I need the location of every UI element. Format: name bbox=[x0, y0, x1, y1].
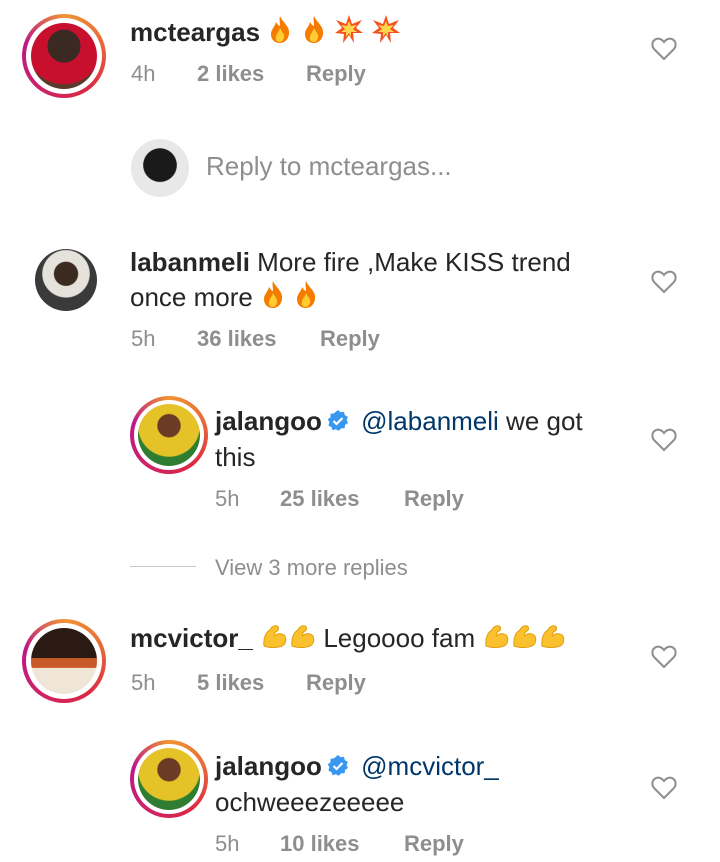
fire-emoji bbox=[260, 279, 286, 317]
verified-badge-icon bbox=[326, 753, 350, 786]
like-heart-icon[interactable] bbox=[651, 37, 677, 61]
comment-username[interactable]: mcvictor_ bbox=[130, 623, 253, 653]
avatar bbox=[31, 23, 97, 89]
avatar-story-ring[interactable] bbox=[130, 740, 208, 818]
flexed-biceps-emoji bbox=[538, 622, 566, 658]
mention-link[interactable]: @mcvictor_ bbox=[361, 751, 499, 781]
likes-count[interactable]: 10 likes bbox=[280, 831, 360, 856]
avatar-story-ring[interactable] bbox=[22, 14, 106, 98]
view-more-replies-label[interactable]: View 3 more replies bbox=[215, 555, 408, 581]
reply-time: 5h bbox=[215, 486, 240, 511]
likes-count[interactable]: 5 likes bbox=[197, 670, 264, 695]
avatar bbox=[138, 404, 200, 466]
flexed-biceps-emoji bbox=[288, 622, 316, 658]
flexed-biceps-emoji bbox=[510, 622, 538, 658]
reply-username[interactable]: jalangoo bbox=[215, 751, 322, 781]
reply-button[interactable]: Reply bbox=[306, 670, 366, 695]
comment-username[interactable]: mcteargas bbox=[130, 17, 260, 47]
flexed-biceps-emoji bbox=[482, 622, 510, 658]
fire-emoji bbox=[267, 14, 293, 52]
avatar bbox=[138, 748, 200, 810]
reply-text-line2: this bbox=[215, 442, 256, 472]
like-heart-icon[interactable] bbox=[651, 428, 677, 452]
comment-username[interactable]: labanmeli bbox=[130, 247, 250, 277]
verified-badge-icon bbox=[326, 408, 350, 441]
reply-button[interactable]: Reply bbox=[404, 831, 464, 856]
mention-link[interactable]: @labanmeli bbox=[361, 406, 499, 436]
flexed-biceps-emoji bbox=[260, 622, 288, 658]
comment-time: 5h bbox=[131, 670, 156, 695]
fire-emoji bbox=[293, 279, 319, 317]
like-heart-icon[interactable] bbox=[651, 776, 677, 800]
comment-text-line2: once more bbox=[130, 282, 253, 312]
comment-text: More fire ,Make KISS trend bbox=[257, 247, 571, 277]
likes-count[interactable]: 36 likes bbox=[197, 326, 277, 351]
comment-text: Legoooo fam bbox=[323, 623, 476, 653]
collision-emoji bbox=[371, 14, 401, 52]
avatar[interactable] bbox=[35, 249, 97, 311]
divider-line bbox=[130, 566, 196, 567]
avatar-story-ring[interactable] bbox=[22, 619, 106, 703]
comment-time: 5h bbox=[131, 326, 156, 351]
reply-time: 5h bbox=[215, 831, 240, 856]
reply-text: ochweeezeeeee bbox=[215, 787, 405, 817]
reply-button[interactable]: Reply bbox=[320, 326, 380, 351]
reply-button[interactable]: Reply bbox=[306, 61, 366, 86]
collision-emoji bbox=[334, 14, 364, 52]
like-heart-icon[interactable] bbox=[651, 645, 677, 669]
reply-button[interactable]: Reply bbox=[404, 486, 464, 511]
like-heart-icon[interactable] bbox=[651, 270, 677, 294]
reply-username[interactable]: jalangoo bbox=[215, 406, 322, 436]
avatar-story-ring[interactable] bbox=[130, 396, 208, 474]
fire-emoji bbox=[301, 14, 327, 52]
likes-count[interactable]: 25 likes bbox=[280, 486, 360, 511]
reply-text: we got bbox=[498, 406, 583, 436]
reply-input[interactable]: Reply to mcteargas... bbox=[206, 151, 452, 182]
comment-time: 4h bbox=[131, 61, 156, 86]
current-user-avatar bbox=[131, 139, 189, 197]
avatar bbox=[31, 628, 97, 694]
likes-count[interactable]: 2 likes bbox=[197, 61, 264, 86]
